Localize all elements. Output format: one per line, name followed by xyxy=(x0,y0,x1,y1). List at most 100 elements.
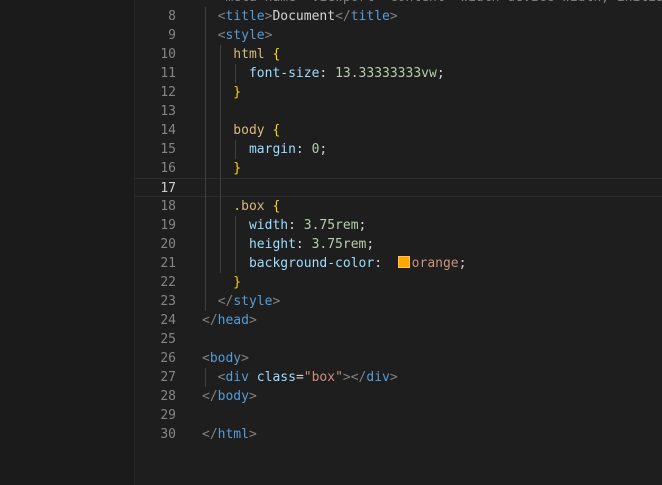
code-line[interactable]: 25 xyxy=(135,330,662,349)
token-text: ; xyxy=(319,142,328,157)
token-brace: } xyxy=(202,161,242,176)
token-text: Document xyxy=(272,9,336,24)
code-line[interactable]: 14 body { xyxy=(135,121,662,140)
token-text: ; xyxy=(366,237,375,252)
line-number: 18 xyxy=(160,199,176,214)
line-number: 29 xyxy=(160,408,176,423)
token-tag: style xyxy=(225,28,265,43)
token-sel: body xyxy=(202,123,273,138)
code-line[interactable]: 20 height: 3.75rem; xyxy=(135,235,662,254)
token-tag: head xyxy=(217,313,249,328)
line-number: 11 xyxy=(160,66,176,81)
token-tag: div xyxy=(225,370,249,385)
code-line[interactable]: 30 </html> xyxy=(135,425,662,444)
code-line[interactable]: 22 } xyxy=(135,273,662,292)
token-brace: } xyxy=(202,275,242,290)
token-text: ; xyxy=(436,66,445,81)
token-prop: height xyxy=(202,237,296,252)
code-line[interactable]: 23 </style> xyxy=(135,292,662,311)
token-punc: </ xyxy=(335,9,351,24)
token-sel: .box xyxy=(202,199,273,214)
line-number: 22 xyxy=(160,275,176,290)
line-number: 30 xyxy=(160,427,176,442)
code-text: .box { xyxy=(202,197,280,216)
code-text: <body> xyxy=(202,349,249,368)
line-number: 17 xyxy=(160,181,176,196)
line-number: 23 xyxy=(160,294,176,309)
code-text: </html> xyxy=(202,425,257,444)
token-brace: } xyxy=(202,85,242,100)
code-line-partial[interactable]: <meta name="viewport" content="width=dev… xyxy=(135,0,662,7)
token-str: orange xyxy=(411,256,459,271)
code-text: } xyxy=(202,83,241,102)
code-line[interactable]: 8 <title>Document</title> xyxy=(135,7,662,26)
token-brace: { xyxy=(272,199,281,214)
token-tag: html xyxy=(217,427,249,442)
code-text: } xyxy=(202,273,241,292)
line-number: 20 xyxy=(160,237,176,252)
token-text: ; xyxy=(358,218,367,233)
code-line[interactable]: 12 } xyxy=(135,83,662,102)
line-number: 24 xyxy=(160,313,176,328)
indent-guide xyxy=(205,368,206,387)
left-panel xyxy=(0,0,135,485)
token-text: : xyxy=(295,142,312,157)
indent-guide xyxy=(235,140,236,159)
token-tag: body xyxy=(209,351,242,366)
token-punc: > xyxy=(241,351,249,366)
token-punc: ></ xyxy=(342,370,367,385)
token-tag: title xyxy=(350,9,390,24)
token-punc: < xyxy=(202,351,210,366)
code-line[interactable]: 18 .box { xyxy=(135,197,662,216)
token-str: "box" xyxy=(303,370,343,385)
token-num: 3.75rem xyxy=(303,218,359,233)
code-text: </head> xyxy=(202,311,257,330)
token-tag: title xyxy=(225,9,265,24)
code-text: background-color: orange; xyxy=(202,254,466,273)
line-number: 8 xyxy=(168,9,176,24)
line-number: 15 xyxy=(160,142,176,157)
code-line[interactable]: 24 </head> xyxy=(135,311,662,330)
line-number: 13 xyxy=(160,104,176,119)
line-number: 26 xyxy=(160,351,176,366)
code-line[interactable]: 16 } xyxy=(135,159,662,178)
code-text: height: 3.75rem; xyxy=(202,235,374,254)
token-prop: margin xyxy=(202,142,296,157)
code-line[interactable]: 9 <style> xyxy=(135,26,662,45)
code-line[interactable]: 21 background-color: orange; xyxy=(135,254,662,273)
code-line[interactable]: 29 xyxy=(135,406,662,425)
code-line[interactable]: 19 width: 3.75rem; xyxy=(135,216,662,235)
line-number: 21 xyxy=(160,256,176,271)
token-prop: background-color xyxy=(202,256,375,271)
code-text: <title>Document</title> xyxy=(202,7,398,26)
code-text: <div class="box"></div> xyxy=(202,368,398,387)
code-editor[interactable]: <meta name="viewport" content="width=dev… xyxy=(0,0,662,485)
line-number: 28 xyxy=(160,389,176,404)
code-line[interactable]: 27 <div class="box"></div> xyxy=(135,368,662,387)
code-line[interactable]: 11 font-size: 13.33333333vw; xyxy=(135,64,662,83)
token-punc: </ xyxy=(202,427,218,442)
code-line[interactable]: 15 margin: 0; xyxy=(135,140,662,159)
token-tag: style xyxy=(233,294,273,309)
line-number: 19 xyxy=(160,218,176,233)
token-punc: > xyxy=(389,370,398,385)
code-text: body { xyxy=(202,121,280,140)
line-number: 9 xyxy=(168,28,176,43)
token-punc: > xyxy=(248,313,257,328)
code-line[interactable]: 10 html { xyxy=(135,45,662,64)
code-text: width: 3.75rem; xyxy=(202,216,366,235)
color-swatch-icon[interactable] xyxy=(397,256,410,268)
code-text: </body> xyxy=(202,387,257,406)
code-line[interactable]: 28 </body> xyxy=(135,387,662,406)
code-text: <meta name="viewport" content="width=dev… xyxy=(202,0,662,7)
token-punc: </ xyxy=(202,389,218,404)
line-number: 12 xyxy=(160,85,176,100)
code-text: html { xyxy=(202,45,280,64)
code-line[interactable]: 17 xyxy=(135,178,662,197)
token-punc: > xyxy=(248,427,257,442)
code-line[interactable]: 26 <body> xyxy=(135,349,662,368)
token-punc: </ xyxy=(202,313,218,328)
line-number: 16 xyxy=(160,161,176,176)
indent-guide xyxy=(235,64,236,83)
code-line[interactable]: 13 xyxy=(135,102,662,121)
